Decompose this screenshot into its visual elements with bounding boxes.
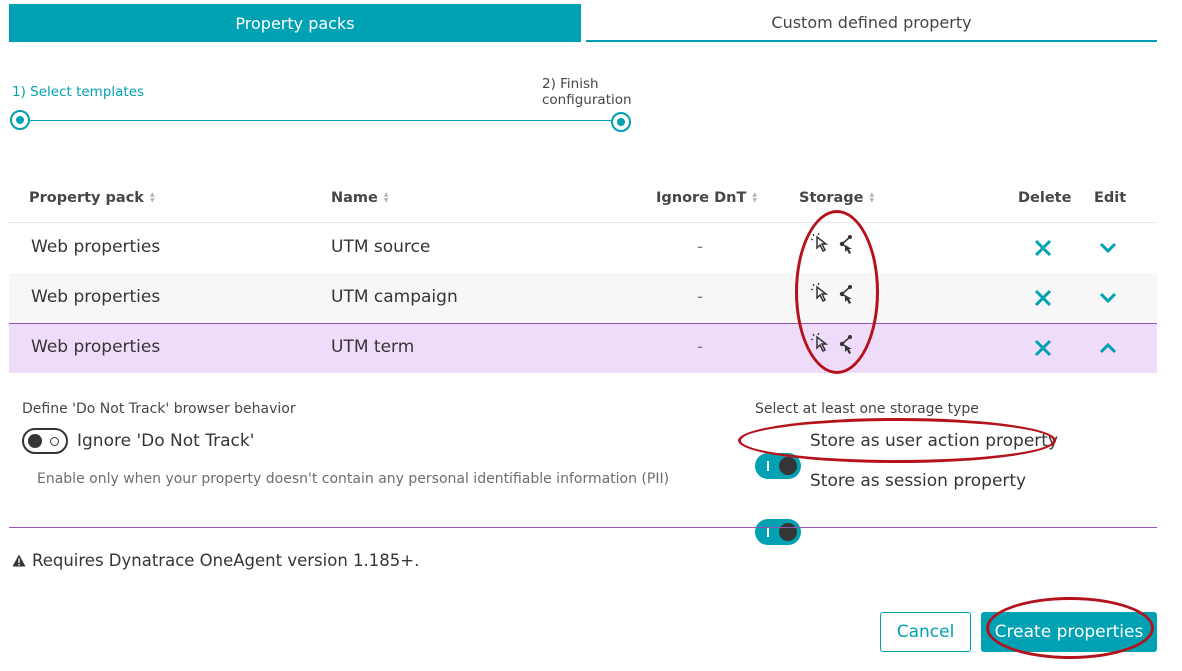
col-header-name-label: Name (331, 190, 378, 206)
cell-name: UTM source (331, 237, 431, 257)
ignore-dnt-toggle[interactable] (22, 428, 68, 454)
tab-property-packs[interactable]: Property packs (9, 4, 581, 42)
cell-property-pack: Web properties (31, 237, 161, 257)
table-row[interactable] (9, 223, 1157, 273)
sort-icon: ▲ ▼ (752, 191, 757, 204)
chevron-up-icon[interactable] (1098, 338, 1118, 358)
storage-section-label: Select at least one storage type (755, 401, 979, 417)
stepper-line (20, 120, 621, 121)
col-header-edit: Edit (1094, 190, 1127, 206)
col-header-storage-label: Storage (799, 190, 864, 206)
col-header-property-pack[interactable]: Property pack ▲ ▼ (29, 190, 155, 206)
store-session-label: Store as session property (810, 471, 1027, 491)
highlight-oval-user-action (738, 418, 1056, 463)
version-warning-text: Requires Dynatrace OneAgent version 1.18… (32, 551, 420, 570)
sort-icon: ▲ ▼ (383, 191, 389, 204)
step-1-dot[interactable] (10, 110, 30, 130)
cell-name: UTM term (331, 337, 415, 357)
ignore-dnt-toggle-label: Ignore 'Do Not Track' (77, 431, 255, 451)
cancel-button[interactable]: Cancel (880, 612, 971, 652)
step-2-dot[interactable] (611, 112, 631, 132)
table-row-selected[interactable] (9, 323, 1157, 373)
cell-ignore-dnt: - (697, 337, 704, 357)
col-header-property-pack-label: Property pack (29, 190, 144, 206)
dnt-hint: Enable only when your property doesn't c… (37, 471, 670, 487)
cell-property-pack: Web properties (31, 337, 161, 357)
dnt-section-label: Define 'Do Not Track' browser behavior (22, 401, 296, 417)
step-1-label: 1) Select templates (12, 84, 145, 100)
highlight-oval-create (986, 597, 1154, 659)
chevron-down-icon[interactable] (1098, 238, 1118, 258)
store-session-toggle[interactable] (755, 519, 801, 545)
tab-custom-defined-property[interactable]: Custom defined property (586, 4, 1157, 42)
delete-icon[interactable] (1033, 338, 1053, 358)
table-row[interactable] (9, 273, 1157, 323)
panel-divider (9, 527, 1157, 528)
col-header-name[interactable]: Name ▲ ▼ (331, 190, 389, 206)
col-header-ignore-dnt-label: Ignore DnT (656, 190, 747, 206)
delete-icon[interactable] (1033, 288, 1053, 308)
col-header-storage[interactable]: Storage ▲ ▼ (799, 190, 874, 206)
sort-icon: ▲ ▼ (149, 191, 155, 204)
step-2-label-line2: configuration (542, 92, 632, 108)
delete-icon[interactable] (1033, 238, 1053, 258)
highlight-oval-storage (795, 210, 879, 374)
chevron-down-icon[interactable] (1098, 288, 1118, 308)
warning-icon (12, 554, 26, 567)
step-2-label-line1: 2) Finish (542, 76, 599, 92)
cell-ignore-dnt: - (697, 287, 704, 307)
sort-icon: ▲ ▼ (869, 191, 875, 204)
step-2-label: 2) Finish configuration (542, 76, 632, 108)
col-header-ignore-dnt[interactable]: Ignore DnT ▲ ▼ (656, 190, 757, 206)
col-header-delete: Delete (1018, 190, 1072, 206)
cell-name: UTM campaign (331, 287, 458, 307)
cell-property-pack: Web properties (31, 287, 161, 307)
cell-ignore-dnt: - (697, 237, 704, 257)
version-warning: Requires Dynatrace OneAgent version 1.18… (12, 551, 419, 570)
